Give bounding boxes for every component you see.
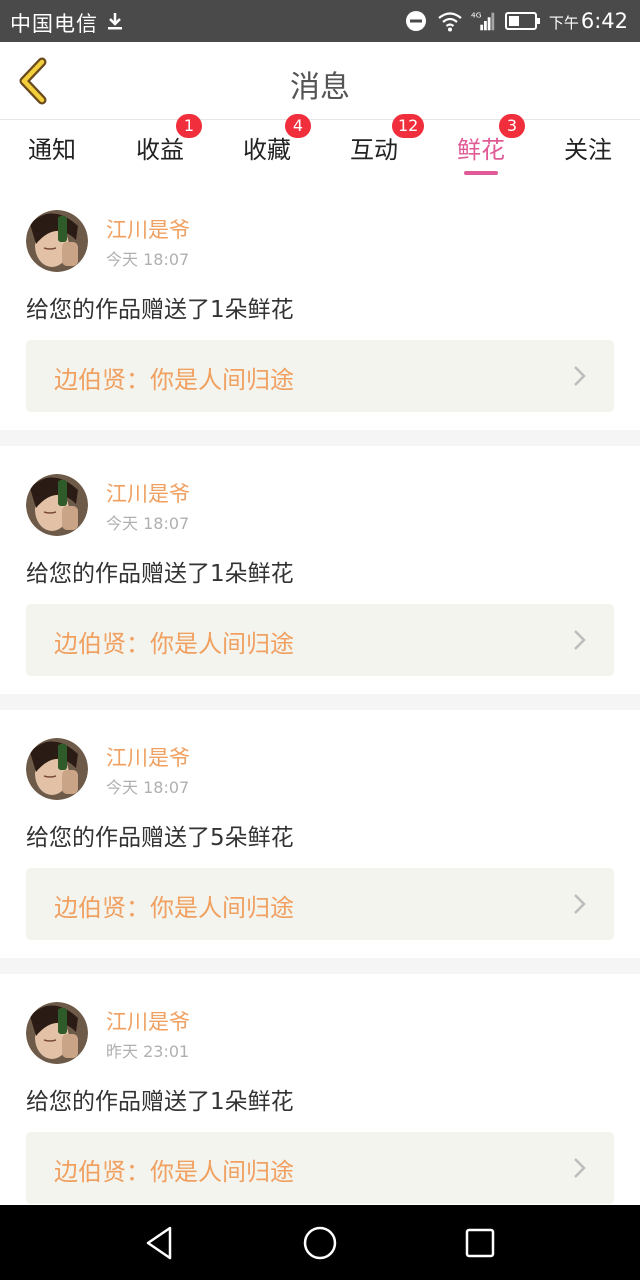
message-card: 江川是爷 今天 18:07 给您的作品赠送了5朵鲜花 边伯贤：你是人间归途 [0,710,640,958]
carrier-label: 中国电信 [10,12,98,36]
chevron-right-icon [574,894,586,914]
tab-notifications[interactable]: 通知 [2,130,102,180]
message-card: 江川是爷 昨天 23:01 给您的作品赠送了1朵鲜花 边伯贤：你是人间归途 [0,974,640,1222]
message-text: 给您的作品赠送了1朵鲜花 [26,297,294,323]
avatar[interactable] [26,210,88,272]
unread-badge: 12 [392,114,425,138]
battery-icon [504,12,540,30]
avatar[interactable] [26,738,88,800]
work-link[interactable]: 边伯贤：你是人间归途 [26,1132,614,1204]
message-time: 今天 18:07 [106,514,190,533]
message-time: 今天 18:07 [106,778,190,797]
status-icons: 4G 下午6:42 [403,6,628,36]
message-text: 给您的作品赠送了1朵鲜花 [26,1089,294,1115]
message-card: 江川是爷 今天 18:07 给您的作品赠送了1朵鲜花 边伯贤：你是人间归途 [0,446,640,694]
work-title: 边伯贤：你是人间归途 [54,894,294,922]
unread-badge: 3 [499,114,525,138]
page-title: 消息 [290,70,350,105]
nav-recents-icon[interactable] [460,1223,500,1263]
avatar[interactable] [26,474,88,536]
chevron-right-icon [574,366,586,386]
chevron-right-icon [574,630,586,650]
divider [0,958,640,974]
avatar[interactable] [26,1002,88,1064]
sender-name[interactable]: 江川是爷 [106,742,190,772]
work-link[interactable]: 边伯贤：你是人间归途 [26,604,614,676]
app-header: 消息 [0,42,640,120]
do-not-disturb-icon [405,11,426,31]
svg-text:4G: 4G [471,10,482,19]
nav-back-icon[interactable] [140,1223,180,1263]
divider [0,430,640,446]
tab-flowers[interactable]: 鲜花 3 [431,114,531,180]
unread-badge: 1 [176,114,202,138]
chevron-right-icon [574,1158,586,1178]
cellular-signal-icon: 4G [471,10,495,31]
work-link[interactable]: 边伯贤：你是人间归途 [26,868,614,940]
sender-name[interactable]: 江川是爷 [106,478,190,508]
message-text: 给您的作品赠送了1朵鲜花 [26,561,294,587]
divider [0,694,640,710]
sender-name[interactable]: 江川是爷 [106,214,190,244]
message-card: 江川是爷 今天 18:07 给您的作品赠送了1朵鲜花 边伯贤：你是人间归途 [0,182,640,430]
tab-earnings[interactable]: 收益 1 [110,114,210,180]
status-bar: 中国电信 4G 下午6:42 [0,0,640,42]
work-link[interactable]: 边伯贤：你是人间归途 [26,340,614,412]
wifi-icon [438,12,462,32]
message-text: 给您的作品赠送了5朵鲜花 [26,825,294,851]
clock: 下午6:42 [548,9,628,33]
work-title: 边伯贤：你是人间归途 [54,630,294,658]
work-title: 边伯贤：你是人间归途 [54,1158,294,1186]
work-title: 边伯贤：你是人间归途 [54,366,294,394]
nav-home-icon[interactable] [300,1223,340,1263]
download-icon [108,13,122,30]
screen: 中国电信 4G 下午6:42 消息 通知 收益 1 收藏 4 互动 12 鲜花 … [0,0,640,1280]
message-time: 今天 18:07 [106,250,190,269]
unread-badge: 4 [285,114,311,138]
message-time: 昨天 23:01 [106,1042,190,1061]
tab-interactions[interactable]: 互动 12 [324,114,425,180]
active-tab-indicator [464,171,498,175]
sender-name[interactable]: 江川是爷 [106,1006,190,1036]
tab-favorites[interactable]: 收藏 4 [217,114,317,180]
tab-bar: 通知 收益 1 收藏 4 互动 12 鲜花 3 关注 [0,114,640,182]
system-nav-bar [0,1205,640,1280]
tab-follows[interactable]: 关注 [538,130,638,180]
